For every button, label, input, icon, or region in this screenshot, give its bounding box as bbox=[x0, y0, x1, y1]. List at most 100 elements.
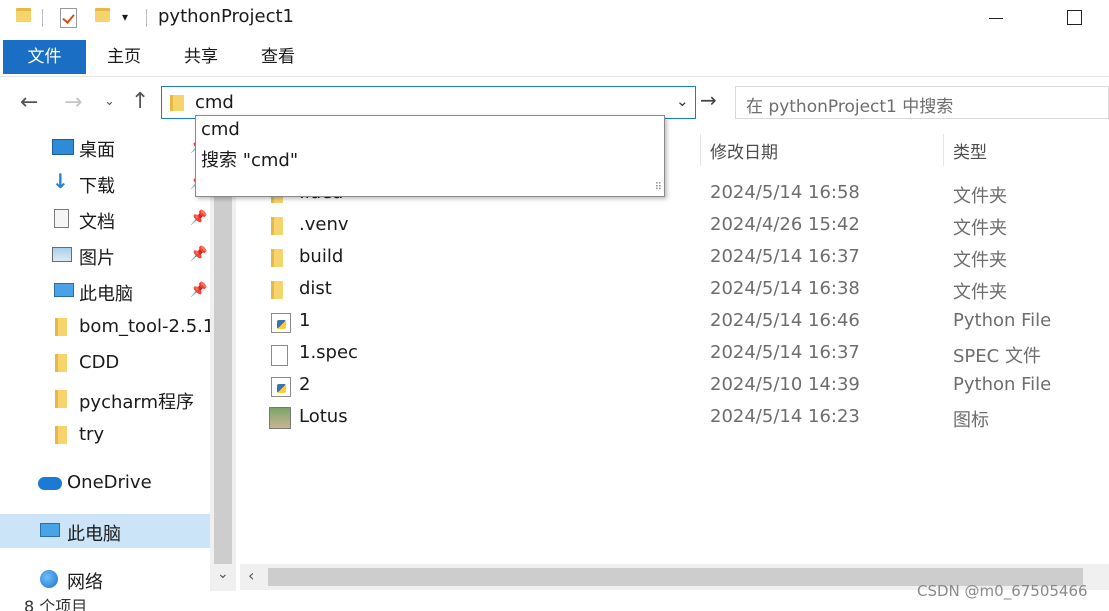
properties-icon[interactable] bbox=[60, 8, 77, 28]
quick-access-dropdown-icon[interactable]: ▾ bbox=[122, 10, 128, 24]
file-date: 2024/5/10 14:39 bbox=[710, 374, 860, 395]
folder-icon bbox=[170, 95, 184, 111]
sidebar-item-pycharm[interactable]: pycharm程序 bbox=[0, 382, 210, 416]
recent-locations-chevron-icon[interactable]: ⌄ bbox=[104, 94, 115, 109]
back-arrow-icon[interactable]: ← bbox=[20, 90, 38, 115]
sidebar-item-try[interactable]: try bbox=[0, 418, 210, 452]
table-row[interactable]: 2 2024/5/10 14:39 Python File bbox=[260, 370, 1090, 402]
pin-icon: 📌 bbox=[190, 210, 208, 226]
sidebar-item-label: 桌面 bbox=[79, 140, 115, 161]
column-header-type[interactable]: 类型 bbox=[953, 138, 987, 163]
folder-icon bbox=[271, 217, 283, 235]
sidebar-scrollbar-thumb[interactable] bbox=[214, 134, 232, 564]
minimize-icon[interactable] bbox=[989, 18, 1003, 19]
sidebar-item-cdd[interactable]: CDD bbox=[0, 346, 210, 380]
file-date: 2024/5/14 16:37 bbox=[710, 246, 860, 267]
file-name: .venv bbox=[299, 214, 349, 235]
tab-home[interactable]: 主页 bbox=[98, 40, 150, 74]
search-input[interactable]: 在 pythonProject1 中搜索 bbox=[746, 92, 953, 117]
chevron-down-icon[interactable]: ⌄ bbox=[676, 92, 689, 110]
sidebar-item-desktop[interactable]: 桌面 📌 bbox=[0, 130, 210, 164]
tab-file[interactable]: 文件 bbox=[3, 40, 86, 74]
desktop-icon bbox=[52, 139, 74, 155]
file-date: 2024/5/14 16:37 bbox=[710, 342, 860, 363]
documents-icon bbox=[54, 209, 69, 228]
network-icon bbox=[40, 570, 58, 588]
sidebar-item-this-pc-quick[interactable]: 此电脑 📌 bbox=[0, 274, 210, 308]
sidebar-item-documents[interactable]: 文档 📌 bbox=[0, 202, 210, 236]
computer-icon bbox=[54, 283, 74, 297]
resize-grip-icon[interactable]: ⠿ bbox=[655, 182, 662, 193]
search-box[interactable]: 在 pythonProject1 中搜索 bbox=[735, 86, 1109, 119]
folder-icon bbox=[271, 281, 283, 299]
divider bbox=[42, 9, 43, 27]
column-header-date[interactable]: 修改日期 bbox=[710, 138, 778, 163]
sidebar-item-this-pc[interactable]: 此电脑 bbox=[0, 514, 210, 548]
image-icon bbox=[269, 407, 291, 429]
divider bbox=[0, 76, 1109, 77]
tab-view[interactable]: 查看 bbox=[252, 40, 304, 74]
table-row[interactable]: build 2024/5/14 16:37 文件夹 bbox=[260, 242, 1090, 274]
file-date: 2024/4/26 15:42 bbox=[710, 214, 860, 235]
python-file-icon bbox=[271, 377, 291, 397]
column-divider[interactable] bbox=[700, 134, 701, 166]
onedrive-icon bbox=[38, 477, 62, 490]
sidebar-item-network[interactable]: 网络 bbox=[0, 562, 210, 596]
go-arrow-icon[interactable]: → bbox=[700, 88, 717, 112]
file-name: 1 bbox=[299, 310, 311, 331]
sidebar-item-onedrive[interactable]: OneDrive bbox=[0, 466, 210, 500]
sidebar-item-label: 图片 bbox=[79, 248, 115, 269]
sidebar-item-label: OneDrive bbox=[67, 472, 152, 493]
file-name: dist bbox=[299, 278, 332, 299]
status-item-count: 8 个项目 bbox=[24, 597, 88, 611]
sidebar-item-label: bom_tool-2.5.1 bbox=[79, 316, 215, 337]
table-row[interactable]: Lotus 2024/5/14 16:23 图标 bbox=[260, 402, 1090, 434]
file-type: 图标 bbox=[953, 410, 989, 431]
autocomplete-item[interactable]: cmd bbox=[201, 119, 240, 140]
table-row[interactable]: 1 2024/5/14 16:46 Python File bbox=[260, 306, 1090, 338]
file-date: 2024/5/14 16:38 bbox=[710, 278, 860, 299]
column-divider[interactable] bbox=[943, 134, 944, 166]
file-type: Python File bbox=[953, 374, 1052, 395]
sidebar-item-label: try bbox=[79, 424, 105, 445]
download-icon: ↓ bbox=[52, 169, 69, 193]
table-row[interactable]: .venv 2024/4/26 15:42 文件夹 bbox=[260, 210, 1090, 242]
file-name: 2 bbox=[299, 374, 311, 395]
sidebar-item-pictures[interactable]: 图片 📌 bbox=[0, 238, 210, 272]
sidebar-item-downloads[interactable]: ↓ 下载 📌 bbox=[0, 166, 210, 200]
file-date: 2024/5/14 16:46 bbox=[710, 310, 860, 331]
sidebar-item-bom-tool[interactable]: bom_tool-2.5.1 bbox=[0, 310, 214, 344]
folder-icon bbox=[55, 318, 67, 336]
file-type: 文件夹 bbox=[953, 282, 1007, 303]
sidebar-item-label: 网络 bbox=[67, 572, 103, 593]
file-type: Python File bbox=[953, 310, 1052, 331]
folder-icon bbox=[271, 249, 283, 267]
sidebar-item-label: pycharm程序 bbox=[79, 392, 195, 413]
pin-icon: 📌 bbox=[190, 246, 208, 262]
table-row[interactable]: 1.spec 2024/5/14 16:37 SPEC 文件 bbox=[260, 338, 1090, 370]
file-name: Lotus bbox=[299, 406, 348, 427]
maximize-icon[interactable] bbox=[1067, 10, 1082, 25]
pictures-icon bbox=[52, 247, 72, 262]
tab-share[interactable]: 共享 bbox=[175, 40, 227, 74]
pin-icon: 📌 bbox=[190, 282, 208, 298]
scroll-down-icon[interactable]: ⌄ bbox=[217, 566, 229, 582]
folder-icon bbox=[55, 390, 67, 408]
window-title: pythonProject1 bbox=[158, 6, 295, 27]
file-type: SPEC 文件 bbox=[953, 346, 1041, 367]
autocomplete-search-item[interactable]: 搜索 "cmd" bbox=[201, 146, 298, 172]
up-arrow-icon[interactable]: ↑ bbox=[131, 89, 149, 114]
new-folder-icon[interactable] bbox=[95, 8, 110, 22]
divider bbox=[146, 9, 147, 27]
watermark: CSDN @m0_67505466 bbox=[917, 582, 1088, 600]
file-type: 文件夹 bbox=[953, 218, 1007, 239]
address-autocomplete: cmd 搜索 "cmd" ⠿ bbox=[195, 115, 665, 197]
folder-icon bbox=[55, 354, 67, 372]
scroll-left-icon[interactable]: ‹ bbox=[248, 566, 254, 585]
address-input[interactable]: cmd bbox=[195, 92, 234, 113]
file-date: 2024/5/14 16:58 bbox=[710, 182, 860, 203]
forward-arrow-icon[interactable]: → bbox=[64, 90, 82, 115]
table-row[interactable]: dist 2024/5/14 16:38 文件夹 bbox=[260, 274, 1090, 306]
folder-icon bbox=[16, 8, 31, 22]
ribbon-tabs: 文件 主页 共享 查看 bbox=[0, 40, 1109, 76]
